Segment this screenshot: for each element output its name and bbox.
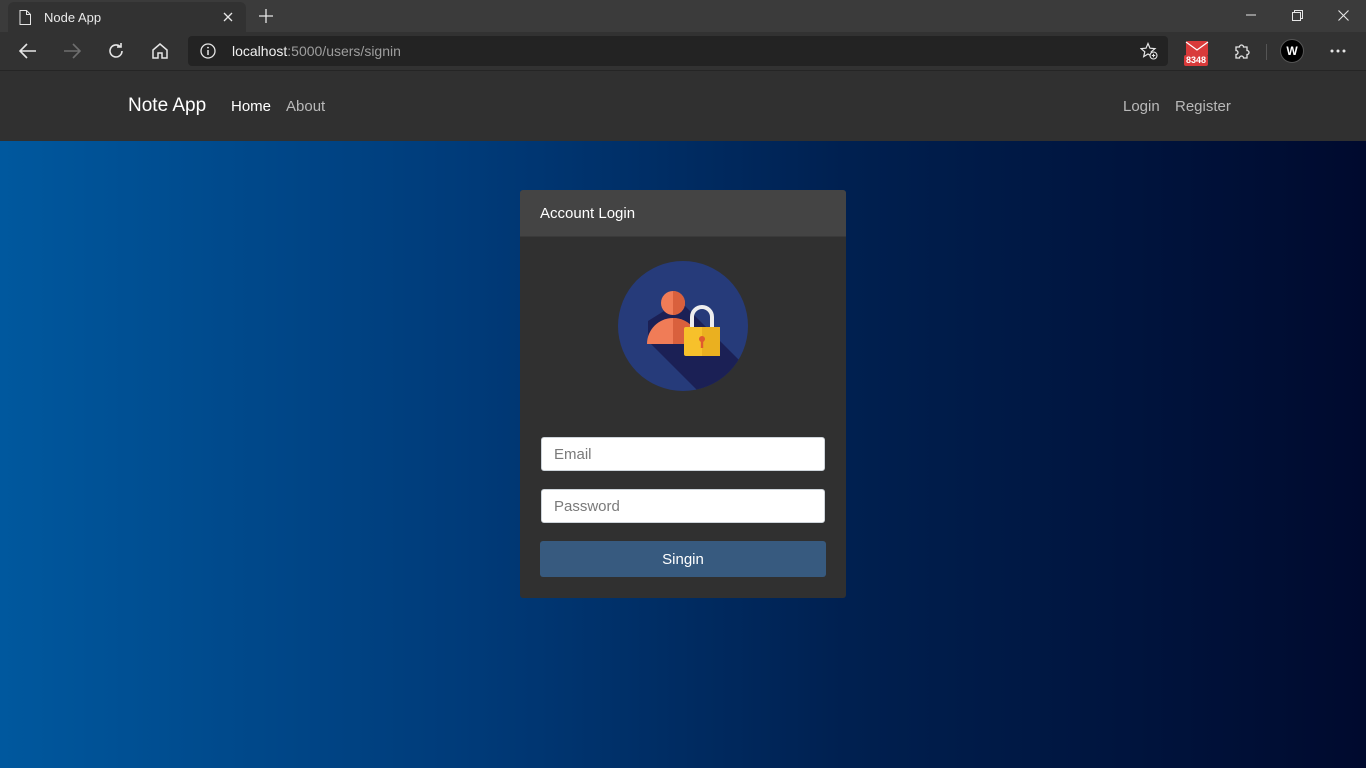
url-text[interactable]: localhost:5000/users/signin xyxy=(232,43,401,59)
password-input[interactable] xyxy=(541,489,825,523)
tab-close-icon[interactable] xyxy=(220,9,236,25)
more-menu-icon[interactable] xyxy=(1324,37,1352,65)
address-bar[interactable]: localhost:5000/users/signin xyxy=(188,36,1168,66)
mail-count-badge: 8348 xyxy=(1184,55,1209,66)
mail-extension-icon[interactable]: 8348 xyxy=(1182,40,1212,66)
site-info-icon[interactable] xyxy=(200,43,216,59)
tab-title: Node App xyxy=(44,9,102,25)
browser-tab[interactable]: Node App xyxy=(8,2,246,32)
email-input[interactable] xyxy=(541,437,825,471)
browser-titlebar: Node App xyxy=(0,0,1366,32)
nav-login-link[interactable]: Login xyxy=(1123,98,1160,115)
site-navbar: Note App Home About Login Register xyxy=(0,71,1366,141)
back-arrow-icon[interactable] xyxy=(14,37,42,65)
brand-logo[interactable]: Note App xyxy=(128,95,206,117)
user-lock-illustration-icon xyxy=(618,261,748,391)
window-controls xyxy=(1228,0,1366,32)
browser-toolbar: localhost:5000/users/signin 8348 W xyxy=(0,32,1366,71)
nav-home-link[interactable]: Home xyxy=(231,98,271,115)
close-window-icon[interactable] xyxy=(1320,0,1366,30)
url-host: localhost xyxy=(232,43,288,59)
nav-about-link[interactable]: About xyxy=(286,98,325,115)
new-tab-icon[interactable] xyxy=(254,4,278,28)
forward-arrow-icon[interactable] xyxy=(58,37,86,65)
extensions-puzzle-icon[interactable] xyxy=(1228,37,1256,65)
profile-avatar[interactable]: W xyxy=(1280,39,1304,63)
refresh-icon[interactable] xyxy=(102,37,130,65)
login-card: Account Login Singin xyxy=(520,190,846,598)
restore-icon[interactable] xyxy=(1274,0,1320,30)
minimize-icon[interactable] xyxy=(1228,0,1274,30)
page-icon xyxy=(18,9,32,25)
home-icon[interactable] xyxy=(146,37,174,65)
url-path: :5000/users/signin xyxy=(287,43,401,59)
add-favorite-icon[interactable] xyxy=(1139,41,1158,60)
card-header: Account Login xyxy=(520,190,846,237)
toolbar-divider xyxy=(1266,44,1267,60)
signin-button[interactable]: Singin xyxy=(540,541,826,577)
nav-register-link[interactable]: Register xyxy=(1175,98,1231,115)
